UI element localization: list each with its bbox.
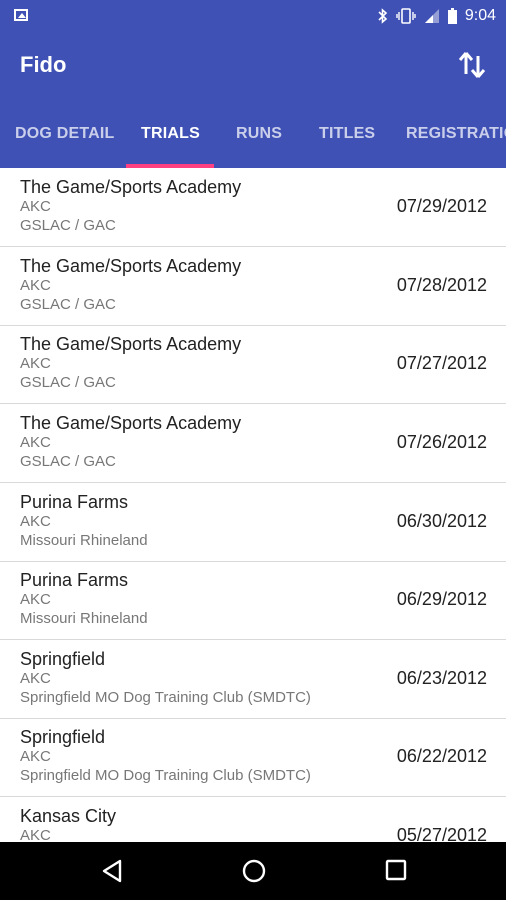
trial-org: AKC — [20, 827, 51, 842]
trials-list: The Game/Sports Academy AKC GSLAC / GAC … — [0, 168, 506, 842]
trial-org: AKC — [20, 591, 51, 608]
sort-arrows-icon — [458, 52, 486, 78]
trial-club: Springfield MO Dog Training Club (SMDTC) — [20, 767, 311, 784]
tab-registration[interactable]: REGISTRATIO — [406, 125, 506, 143]
trial-name: The Game/Sports Academy — [20, 413, 242, 433]
trial-org: AKC — [20, 434, 51, 451]
tab-titles[interactable]: TITLES — [319, 125, 375, 143]
trial-name: Kansas City — [20, 806, 117, 826]
trial-name: Purina Farms — [20, 492, 129, 512]
trial-date: 06/22/2012 — [396, 746, 487, 766]
trial-list-item[interactable]: Purina Farms AKC Missouri Rhineland 06/2… — [0, 561, 506, 640]
status-time: 9:04 — [464, 7, 496, 24]
trial-list-item[interactable]: The Game/Sports Academy AKC GSLAC / GAC … — [0, 404, 506, 483]
signal-icon — [424, 9, 439, 23]
trial-club: GSLAC / GAC — [20, 296, 116, 313]
trial-date: 06/30/2012 — [396, 511, 487, 531]
trial-org: AKC — [20, 670, 51, 687]
trial-date: 07/28/2012 — [396, 275, 487, 295]
trial-date: 07/29/2012 — [396, 196, 487, 216]
tab-runs[interactable]: RUNS — [236, 125, 282, 143]
trial-name: Springfield — [20, 727, 106, 747]
trial-name: The Game/Sports Academy — [20, 334, 242, 354]
status-bar: 9:04 — [0, 0, 506, 32]
trial-list-item[interactable]: The Game/Sports Academy AKC GSLAC / GAC … — [0, 247, 506, 326]
home-icon[interactable] — [242, 859, 266, 883]
status-icons: 9:04 — [378, 7, 496, 25]
battery-icon — [447, 8, 457, 24]
trial-date: 07/27/2012 — [396, 353, 487, 373]
trial-date: 06/23/2012 — [396, 668, 487, 688]
trial-name: The Game/Sports Academy — [20, 177, 242, 197]
trial-list-item[interactable]: The Game/Sports Academy AKC GSLAC / GAC … — [0, 168, 506, 247]
tab-bar: DOG DETAIL TRIALS RUNS TITLES REGISTRATI… — [0, 96, 506, 168]
recents-icon[interactable] — [385, 859, 407, 881]
trial-list-item[interactable]: The Game/Sports Academy AKC GSLAC / GAC … — [0, 325, 506, 404]
trial-club: GSLAC / GAC — [20, 374, 116, 391]
sort-button[interactable] — [458, 50, 486, 80]
trial-org: AKC — [20, 748, 51, 765]
image-icon — [14, 9, 28, 21]
trial-name: Purina Farms — [20, 570, 129, 590]
trial-org: AKC — [20, 355, 51, 372]
back-icon[interactable] — [101, 859, 123, 883]
trial-club: Missouri Rhineland — [20, 610, 148, 627]
trial-org: AKC — [20, 198, 51, 215]
trial-list-item[interactable]: Springfield AKC Springfield MO Dog Train… — [0, 640, 506, 719]
tab-trials[interactable]: TRIALS — [141, 125, 200, 143]
tab-dog-detail[interactable]: DOG DETAIL — [15, 125, 114, 143]
trial-list-item[interactable]: Kansas City AKC 05/27/2012 — [0, 797, 506, 842]
bluetooth-icon — [378, 8, 388, 24]
trial-club: GSLAC / GAC — [20, 453, 116, 470]
navigation-bar — [0, 842, 506, 900]
trial-club: Springfield MO Dog Training Club (SMDTC) — [20, 689, 311, 706]
app-bar: Fido — [0, 32, 506, 96]
trial-club: GSLAC / GAC — [20, 217, 116, 234]
vibrate-icon — [396, 8, 416, 24]
trial-date: 06/29/2012 — [396, 589, 487, 609]
trial-date: 05/27/2012 — [396, 825, 487, 842]
trial-org: AKC — [20, 513, 51, 530]
trial-list-item[interactable]: Purina Farms AKC Missouri Rhineland 06/3… — [0, 483, 506, 562]
app-title: Fido — [20, 52, 67, 77]
trial-list-item[interactable]: Springfield AKC Springfield MO Dog Train… — [0, 718, 506, 797]
trial-date: 07/26/2012 — [396, 432, 487, 452]
trial-name: Springfield — [20, 649, 106, 669]
trial-name: The Game/Sports Academy — [20, 256, 242, 276]
trial-org: AKC — [20, 277, 51, 294]
trial-club: Missouri Rhineland — [20, 532, 148, 549]
